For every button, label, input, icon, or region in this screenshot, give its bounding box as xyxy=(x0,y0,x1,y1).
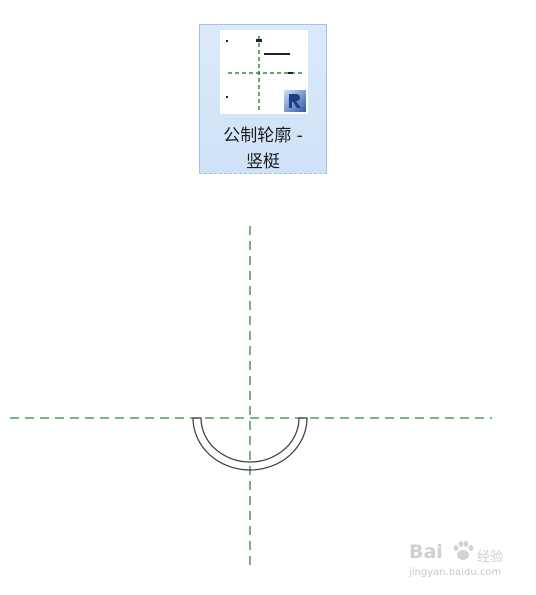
watermark-suffix: 经验 xyxy=(477,550,504,565)
drawing-canvas[interactable] xyxy=(0,0,536,595)
watermark-brand: Bai xyxy=(409,541,443,563)
watermark-url: jingyan.baidu.com xyxy=(409,567,502,578)
baidu-paw-icon xyxy=(453,541,474,560)
watermark: Bai 经验 jingyan.baidu.com xyxy=(405,537,525,587)
